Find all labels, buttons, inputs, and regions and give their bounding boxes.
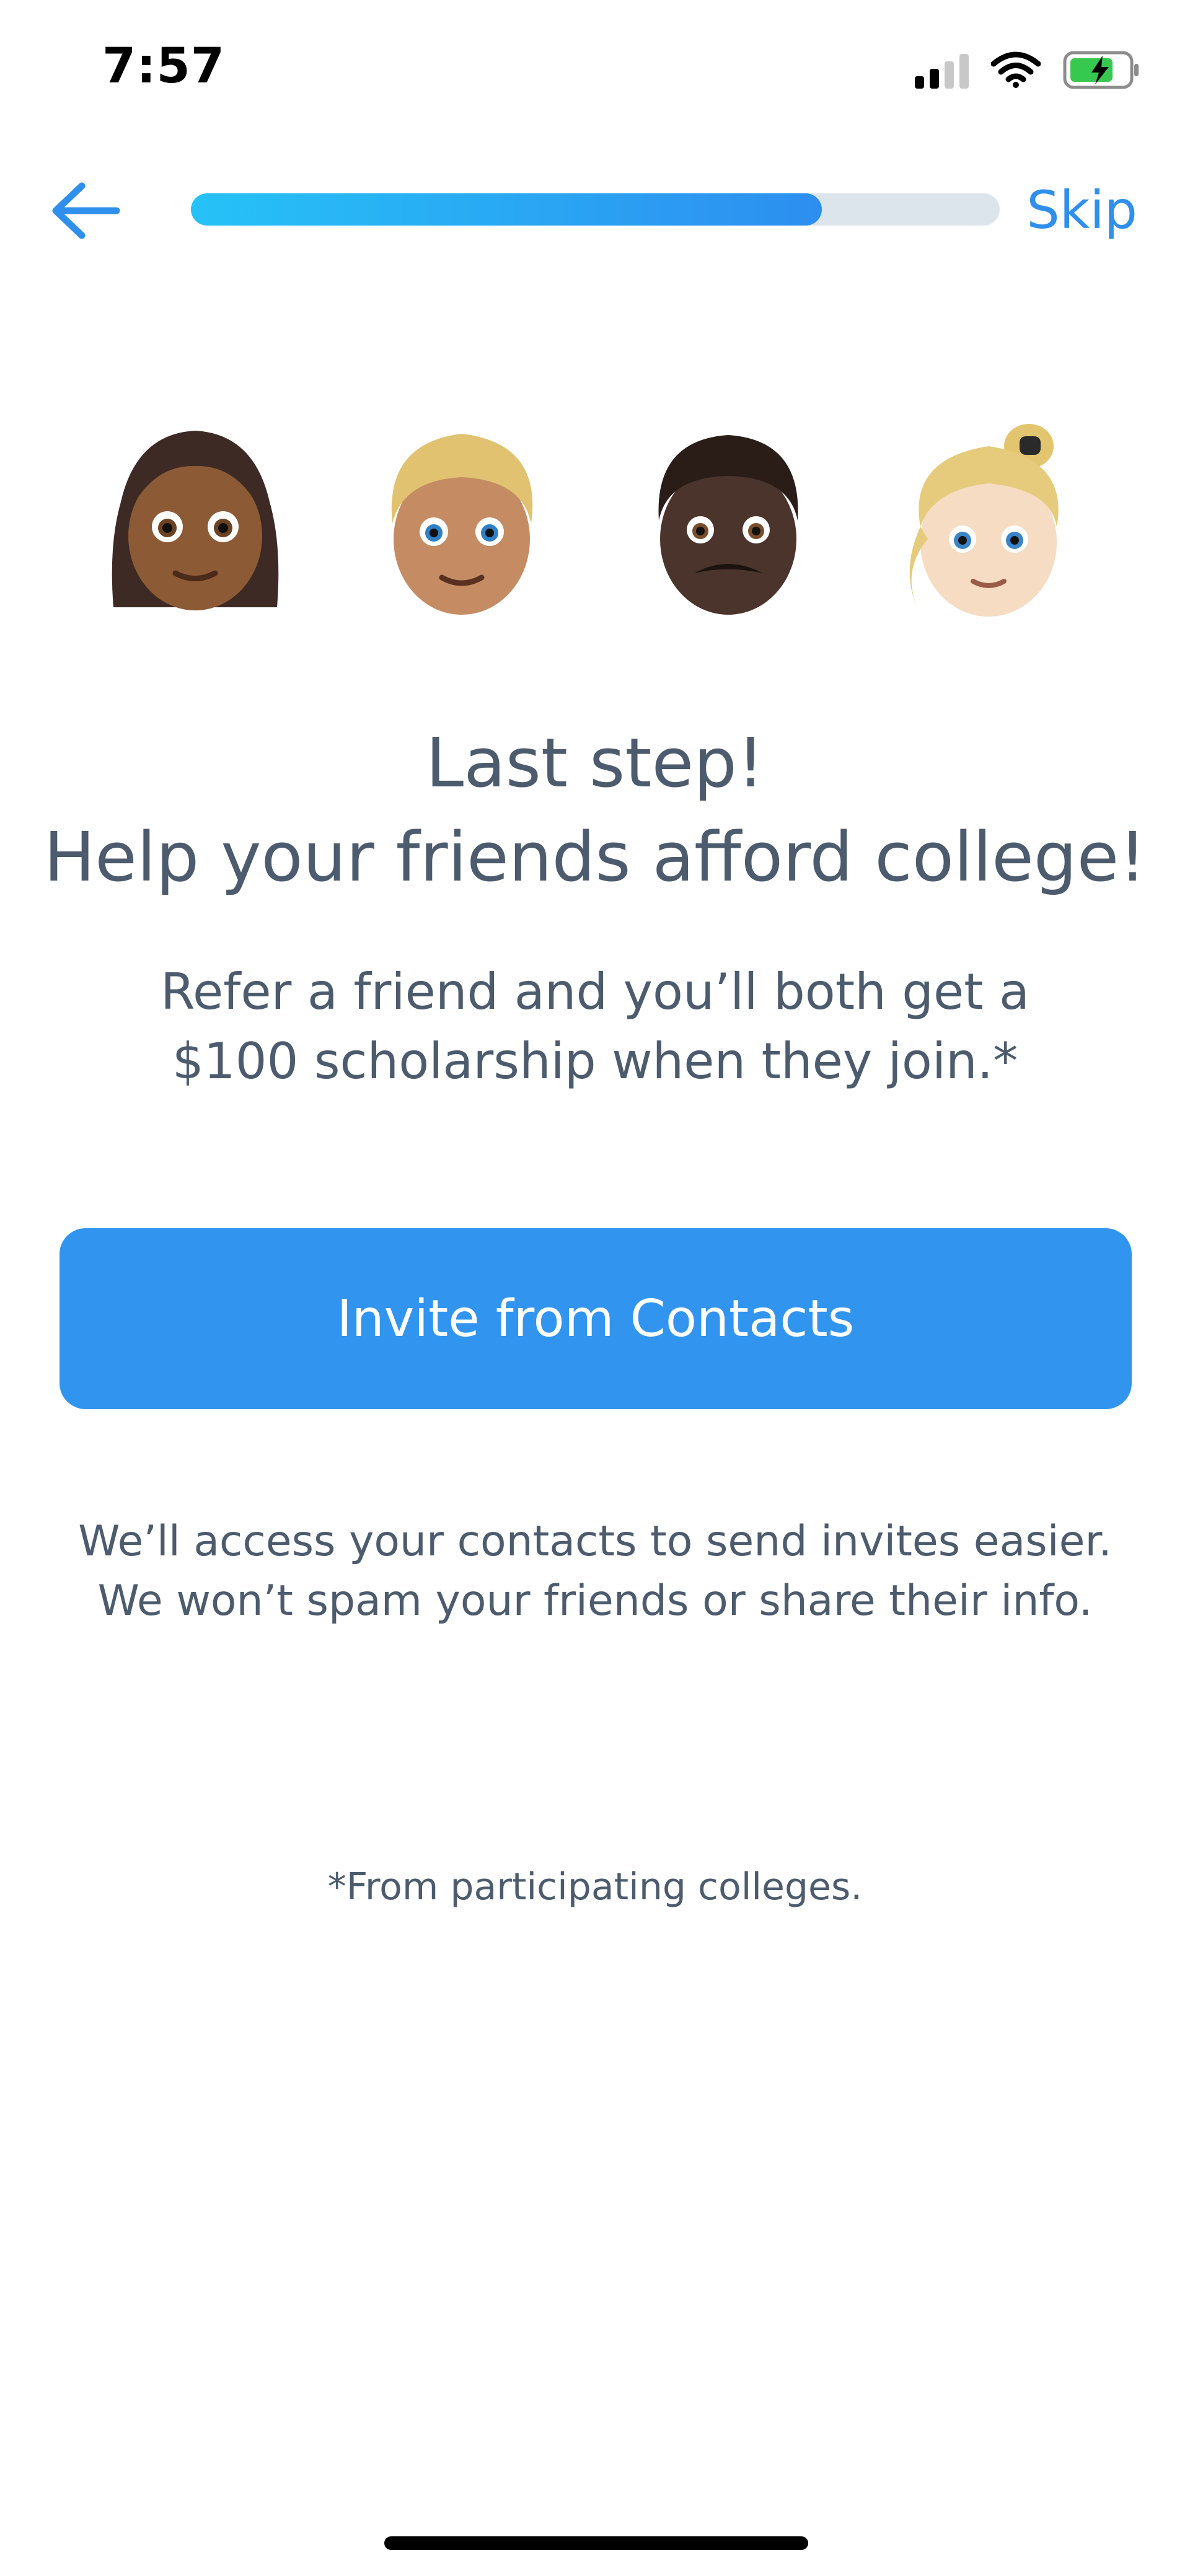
onboarding-progress-bar: [191, 193, 1000, 226]
wifi-icon: [991, 51, 1041, 88]
privacy-note-line-2: We won’t spam your friends or share thei…: [97, 1576, 1093, 1625]
system-icons: [915, 51, 1140, 89]
top-navigation: Skip: [0, 167, 1190, 254]
privacy-note: We’ll access your contacts to send invit…: [0, 1512, 1190, 1631]
subtitle-line-1: Refer a friend and you’ll both get a: [160, 963, 1030, 1021]
home-indicator[interactable]: [384, 2536, 808, 2550]
progress-fill: [191, 193, 822, 226]
subtitle: Refer a friend and you’ll both get a $10…: [0, 957, 1190, 1096]
headline: Last step! Help your friends afford coll…: [0, 716, 1190, 904]
blond-woman-ponytail-emoji: [909, 424, 1059, 617]
blond-man-medium-skin-emoji: [391, 434, 533, 615]
battery-charging-icon: [1063, 51, 1139, 89]
privacy-note-line-1: We’ll access your contacts to send invit…: [78, 1517, 1112, 1566]
skip-button[interactable]: Skip: [1026, 180, 1137, 240]
man-dark-skin-mustache-emoji: [658, 435, 798, 615]
invite-from-contacts-button[interactable]: Invite from Contacts: [60, 1228, 1132, 1409]
subtitle-line-2: $100 scholarship when they join.*: [172, 1032, 1018, 1090]
emoji-faces-row: [0, 421, 1190, 620]
status-bar: 7:57: [0, 0, 1190, 143]
footnote: *From participating colleges.: [327, 1865, 863, 1909]
back-button[interactable]: [43, 180, 124, 242]
headline-line-2: Help your friends afford college!: [43, 817, 1147, 897]
invite-button-label: Invite from Contacts: [337, 1289, 855, 1348]
arrow-left-icon: [52, 182, 120, 239]
headline-line-1: Last step!: [425, 723, 765, 802]
status-time: 7:57: [102, 38, 226, 94]
woman-medium-dark-skin-emoji: [112, 431, 279, 610]
cellular-signal-icon: [915, 51, 969, 89]
